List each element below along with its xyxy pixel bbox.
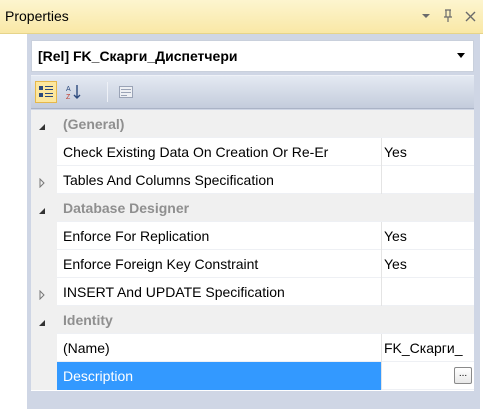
property-value[interactable]: Yes bbox=[384, 144, 474, 160]
grid-scrollbar[interactable] bbox=[474, 110, 480, 391]
property-value[interactable]: FK_Скарги_ bbox=[384, 340, 474, 356]
ellipsis-button[interactable]: ... bbox=[454, 367, 472, 384]
svg-text:Z: Z bbox=[66, 94, 71, 101]
window-position-icon[interactable] bbox=[419, 8, 433, 24]
toolbar-separator bbox=[107, 82, 108, 102]
chevron-down-icon[interactable] bbox=[457, 53, 465, 58]
properties-title-bar: Properties bbox=[0, 0, 483, 34]
panel-title: Properties bbox=[5, 8, 69, 24]
alphabetical-icon[interactable]: A Z bbox=[63, 81, 85, 103]
category-identity[interactable]: Identity bbox=[31, 306, 474, 334]
property-name: INSERT And UPDATE Specification bbox=[63, 284, 285, 300]
properties-toolbar: A Z bbox=[31, 75, 474, 109]
property-name: Enforce Foreign Key Constraint bbox=[63, 256, 259, 272]
property-row-enforce-foreign-key[interactable]: Enforce Foreign Key Constraint Yes bbox=[31, 250, 474, 278]
category-label: Identity bbox=[63, 312, 113, 328]
properties-panel: [Rel] FK_Скарги_Диспетчери A Z (General)… bbox=[27, 34, 480, 409]
category-label: Database Designer bbox=[63, 200, 190, 216]
collapse-icon[interactable] bbox=[37, 315, 47, 326]
collapse-icon[interactable] bbox=[37, 203, 47, 214]
panel-bottom-border bbox=[31, 391, 474, 409]
property-name: Enforce For Replication bbox=[63, 228, 210, 244]
categorized-icon[interactable] bbox=[35, 81, 57, 103]
property-row-check-existing-data[interactable]: Check Existing Data On Creation Or Re-Er… bbox=[31, 138, 474, 166]
property-row-description[interactable]: Description ... bbox=[31, 362, 474, 390]
category-general[interactable]: (General) bbox=[31, 110, 474, 138]
expand-icon[interactable] bbox=[37, 175, 47, 189]
property-pages-icon[interactable] bbox=[115, 81, 137, 103]
property-row-enforce-replication[interactable]: Enforce For Replication Yes bbox=[31, 222, 474, 250]
category-label: (General) bbox=[63, 116, 125, 132]
category-database-designer[interactable]: Database Designer bbox=[31, 194, 474, 222]
svg-text:A: A bbox=[66, 86, 71, 93]
close-icon[interactable] bbox=[463, 8, 477, 24]
property-row-tables-columns-spec[interactable]: Tables And Columns Specification bbox=[31, 166, 474, 194]
property-row-name[interactable]: (Name) FK_Скарги_ bbox=[31, 334, 474, 362]
property-row-insert-update-spec[interactable]: INSERT And UPDATE Specification bbox=[31, 278, 474, 306]
property-grid: (General) Check Existing Data On Creatio… bbox=[31, 110, 474, 391]
property-name: Tables And Columns Specification bbox=[63, 172, 274, 188]
property-name: Description bbox=[63, 368, 134, 384]
collapse-icon[interactable] bbox=[37, 119, 47, 130]
expand-icon[interactable] bbox=[37, 287, 47, 301]
pin-icon[interactable] bbox=[441, 8, 455, 24]
property-value[interactable]: Yes bbox=[384, 228, 474, 244]
object-selector-dropdown[interactable]: [Rel] FK_Скарги_Диспетчери bbox=[31, 40, 474, 72]
property-name: (Name) bbox=[63, 340, 110, 356]
property-value[interactable]: Yes bbox=[384, 256, 474, 272]
object-selector-value: [Rel] FK_Скарги_Диспетчери bbox=[38, 48, 238, 64]
property-name: Check Existing Data On Creation Or Re-Er bbox=[63, 144, 329, 160]
